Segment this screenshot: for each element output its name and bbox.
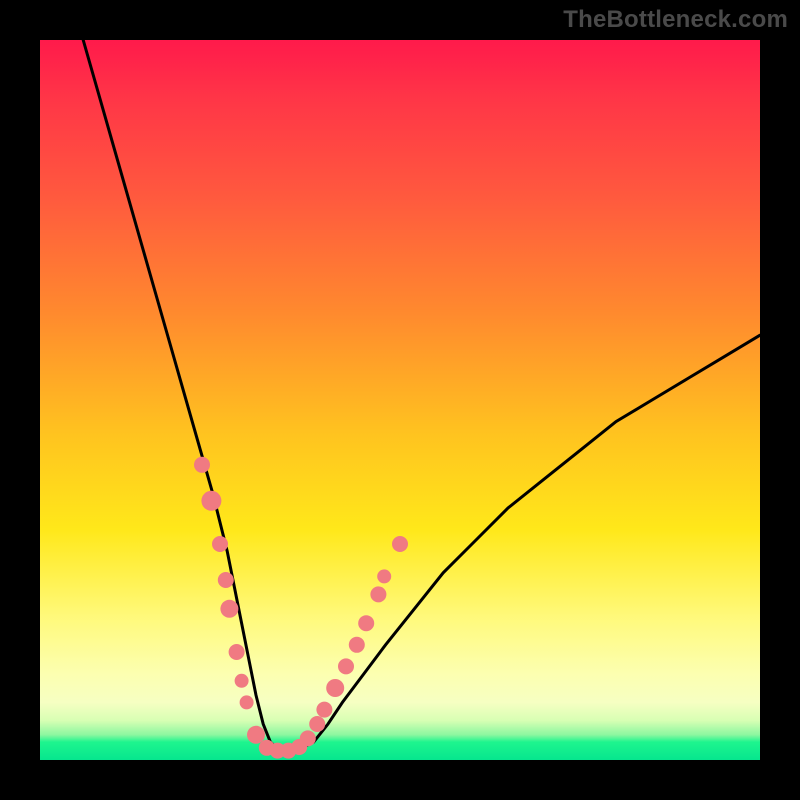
datapoints-group <box>194 457 408 759</box>
datapoint-dot <box>370 586 386 602</box>
watermark-text: TheBottleneck.com <box>563 6 788 34</box>
datapoint-dot <box>309 716 325 732</box>
datapoint-dot <box>212 536 228 552</box>
curve-svg <box>40 40 760 760</box>
datapoint-dot <box>349 637 365 653</box>
datapoint-dot <box>220 600 238 618</box>
datapoint-dot <box>201 491 221 511</box>
datapoint-dot <box>326 679 344 697</box>
chart-frame: TheBottleneck.com <box>0 0 800 800</box>
datapoint-dot <box>218 572 234 588</box>
datapoint-dot <box>338 658 354 674</box>
datapoint-dot <box>247 726 265 744</box>
datapoint-dot <box>358 615 374 631</box>
datapoint-dot <box>377 569 391 583</box>
datapoint-dot <box>194 457 210 473</box>
datapoint-dot <box>300 730 316 746</box>
datapoint-dot <box>240 695 254 709</box>
plot-area <box>40 40 760 760</box>
datapoint-dot <box>392 536 408 552</box>
datapoint-dot <box>235 674 249 688</box>
bottleneck-curve <box>83 40 760 751</box>
datapoint-dot <box>316 702 332 718</box>
datapoint-dot <box>229 644 245 660</box>
